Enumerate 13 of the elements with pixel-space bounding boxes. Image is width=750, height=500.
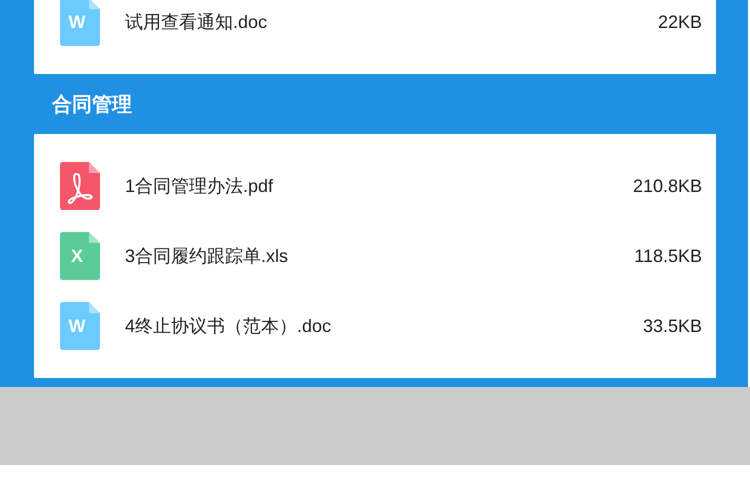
spreadsheet-file-icon: X bbox=[60, 232, 100, 280]
file-size: 22KB bbox=[658, 12, 702, 32]
file-size: 210.8KB bbox=[632, 176, 702, 196]
file-size: 118.5KB bbox=[634, 246, 702, 266]
document-file-icon: W bbox=[60, 0, 100, 46]
pdf-file-icon bbox=[60, 162, 100, 210]
section-title: 合同管理 bbox=[52, 92, 132, 118]
file-name[interactable]: 试用查看通知.doc bbox=[125, 10, 658, 34]
file-name[interactable]: 1合同管理办法.pdf bbox=[125, 174, 633, 198]
document-file-icon: W bbox=[60, 302, 100, 350]
file-name[interactable]: 3合同履约跟踪单.xls bbox=[125, 244, 634, 268]
file-name[interactable]: 4终止协议书（范本）.doc bbox=[125, 314, 643, 338]
file-size: 33.5KB bbox=[642, 316, 702, 336]
